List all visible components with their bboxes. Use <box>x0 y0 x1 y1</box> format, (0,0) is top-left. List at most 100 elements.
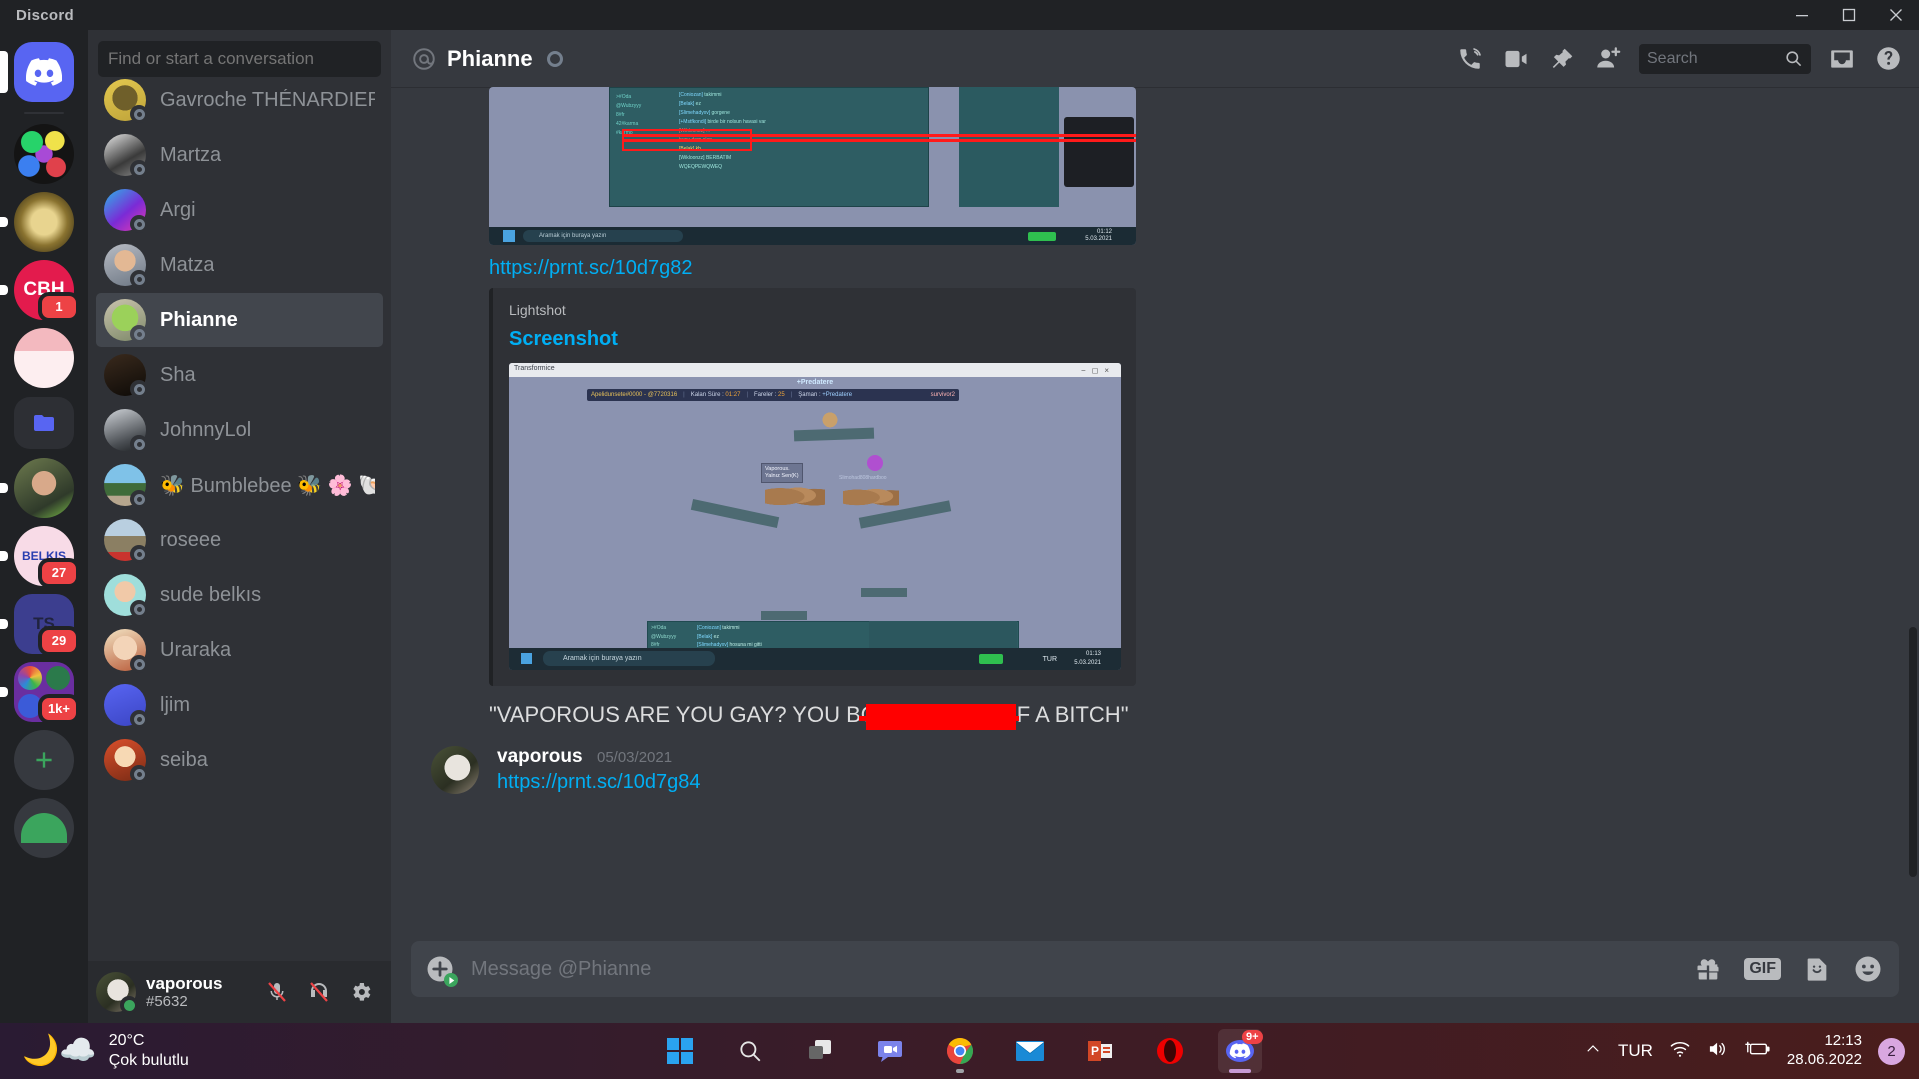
dm-name: Uraraka <box>160 638 232 661</box>
task-view-icon[interactable] <box>798 1029 842 1073</box>
rail-item-home[interactable] <box>0 38 88 106</box>
guild-avatar[interactable] <box>14 192 74 252</box>
message-link[interactable]: https://prnt.sc/10d7g82 <box>489 257 1899 280</box>
powerpoint-icon[interactable]: P <box>1078 1029 1122 1073</box>
message-list[interactable]: >#Oda @Wubzyyy 8#fr 42#karma #karmo [Conioza… <box>391 87 1919 941</box>
search-container[interactable] <box>1639 43 1811 74</box>
windows-taskbar: 🌙☁️ 20°C Çok bulutlu P 9+ TUR 12:13 28.0… <box>0 1023 1919 1079</box>
dm-list-item[interactable]: Argi <box>96 183 383 237</box>
voice-call-icon[interactable] <box>1449 38 1491 80</box>
add-server-icon[interactable] <box>14 730 74 790</box>
discord-home-icon[interactable] <box>14 42 74 102</box>
user-info[interactable]: vaporous #5632 <box>146 974 223 1011</box>
rail-item-add-server[interactable] <box>0 726 88 794</box>
dm-list[interactable]: Gavroche THÉNARDIER Martza Argi Matza Phiann… <box>88 73 391 961</box>
dm-list-item[interactable]: Sha <box>96 348 383 402</box>
dm-list-item[interactable]: JohnnyLol <box>96 403 383 457</box>
message-timestamp: 05/03/2021 <box>596 749 673 766</box>
message-link[interactable]: https://prnt.sc/10d7g84 <box>497 771 700 794</box>
search-conversation-input[interactable] <box>98 40 381 77</box>
message-composer[interactable]: GIF <box>411 941 1899 997</box>
discord-taskbar-icon[interactable]: 9+ <box>1217 1029 1263 1073</box>
status-indicator <box>120 996 138 1014</box>
rail-item-girl[interactable] <box>0 454 88 522</box>
gift-icon[interactable] <box>1694 955 1722 983</box>
mail-icon[interactable] <box>1008 1029 1052 1073</box>
mention-badge: 1k+ <box>37 694 80 724</box>
language-indicator[interactable]: TUR <box>1618 1041 1653 1061</box>
minimize-icon[interactable] <box>1778 0 1825 30</box>
server-rail[interactable]: CBH 1 BELKIS 27 TS 29 1k+ <box>0 30 88 1023</box>
dm-name: Gavroche THÉNARDIER <box>160 88 375 111</box>
rail-item-multi[interactable]: 1k+ <box>0 658 88 726</box>
rail-item-folder[interactable] <box>0 392 88 454</box>
add-friend-icon[interactable] <box>1587 38 1629 80</box>
rail-item-gold[interactable] <box>0 188 88 256</box>
rail-item-explore[interactable] <box>0 794 88 862</box>
deafen-icon[interactable] <box>301 974 337 1010</box>
dm-list-item[interactable]: roseee <box>96 513 383 567</box>
message-scrollbar[interactable] <box>1909 627 1917 877</box>
message-attachment-image[interactable]: >#Oda @Wubzyyy 8#fr 42#karma #karmo [Conioza… <box>489 87 1136 245</box>
rail-separator <box>24 112 64 114</box>
clock[interactable]: 12:13 28.06.2022 <box>1787 1032 1862 1070</box>
teams-chat-icon[interactable] <box>868 1029 912 1073</box>
rail-item-teeth[interactable] <box>0 324 88 392</box>
guild-avatar[interactable] <box>14 328 74 388</box>
notification-badge[interactable]: 2 <box>1878 1037 1905 1065</box>
maximize-icon[interactable] <box>1825 0 1872 30</box>
pin-icon[interactable] <box>1541 38 1583 80</box>
message-input[interactable] <box>471 957 1695 981</box>
close-icon[interactable] <box>1872 0 1919 30</box>
dm-list-item[interactable]: sude belkıs <box>96 568 383 622</box>
sticker-icon[interactable] <box>1803 955 1831 983</box>
dm-list-item[interactable]: Matza <box>96 238 383 292</box>
dm-list-item[interactable]: Uraraka <box>96 623 383 677</box>
chevron-up-icon[interactable] <box>1584 1040 1602 1063</box>
message-author[interactable]: vaporous <box>497 746 583 768</box>
weather-widget[interactable]: 🌙☁️ 20°C Çok bulutlu <box>22 1031 189 1071</box>
opera-icon[interactable] <box>1148 1029 1192 1073</box>
unread-pill <box>0 551 8 561</box>
avatar[interactable] <box>96 972 138 1014</box>
rail-item-colorful[interactable] <box>0 120 88 188</box>
moon-cloud-icon: 🌙☁️ <box>22 1034 97 1067</box>
wifi-icon[interactable] <box>1669 1040 1691 1063</box>
dm-list-item[interactable]: Martza <box>96 128 383 182</box>
rail-item-cbh[interactable]: CBH 1 <box>0 256 88 324</box>
dm-list-item[interactable]: Phianne <box>96 293 383 347</box>
video-call-icon[interactable] <box>1495 38 1537 80</box>
rail-item-ts[interactable]: TS 29 <box>0 590 88 658</box>
gear-icon[interactable] <box>343 974 379 1010</box>
google-chrome-icon[interactable] <box>938 1029 982 1073</box>
link-embed[interactable]: Lightshot Screenshot Transformice −◻× +P… <box>489 288 1136 686</box>
guild-avatar[interactable] <box>14 124 74 184</box>
status-indicator <box>130 435 148 453</box>
help-icon[interactable] <box>1867 38 1909 80</box>
search-taskbar-icon[interactable] <box>728 1029 772 1073</box>
dm-list-item[interactable]: seiba <box>96 733 383 787</box>
dm-list-item[interactable]: 🐝 Bumblebee 🐝 🌸 🐚 <box>96 458 383 512</box>
unread-pill <box>0 619 8 629</box>
app-running-indicator <box>955 1069 964 1073</box>
inbox-icon[interactable] <box>1821 38 1863 80</box>
volume-icon[interactable] <box>1707 1040 1729 1063</box>
start-button[interactable] <box>658 1029 702 1073</box>
rail-item-belkis[interactable]: BELKIS 27 <box>0 522 88 590</box>
guild-avatar[interactable] <box>14 458 74 518</box>
avatar[interactable] <box>431 746 479 794</box>
dm-name: Phianne <box>160 308 238 331</box>
compass-icon[interactable] <box>14 798 74 858</box>
battery-charging-icon[interactable] <box>1745 1040 1771 1063</box>
upload-file-icon[interactable] <box>425 954 458 987</box>
chat-toolbar <box>1449 38 1909 80</box>
search-input[interactable] <box>1647 49 1777 68</box>
mute-icon[interactable] <box>259 974 295 1010</box>
embed-title[interactable]: Screenshot <box>509 328 1120 351</box>
embed-image[interactable]: Transformice −◻× +Predatere Apelidunsete… <box>509 363 1121 670</box>
gif-button[interactable]: GIF <box>1744 957 1781 981</box>
dm-list-item[interactable]: ljim <box>96 678 383 732</box>
system-tray: TUR 12:13 28.06.2022 2 <box>1584 1032 1919 1070</box>
dm-list-item[interactable]: Gavroche THÉNARDIER <box>96 73 383 127</box>
emoji-icon[interactable] <box>1853 954 1883 984</box>
